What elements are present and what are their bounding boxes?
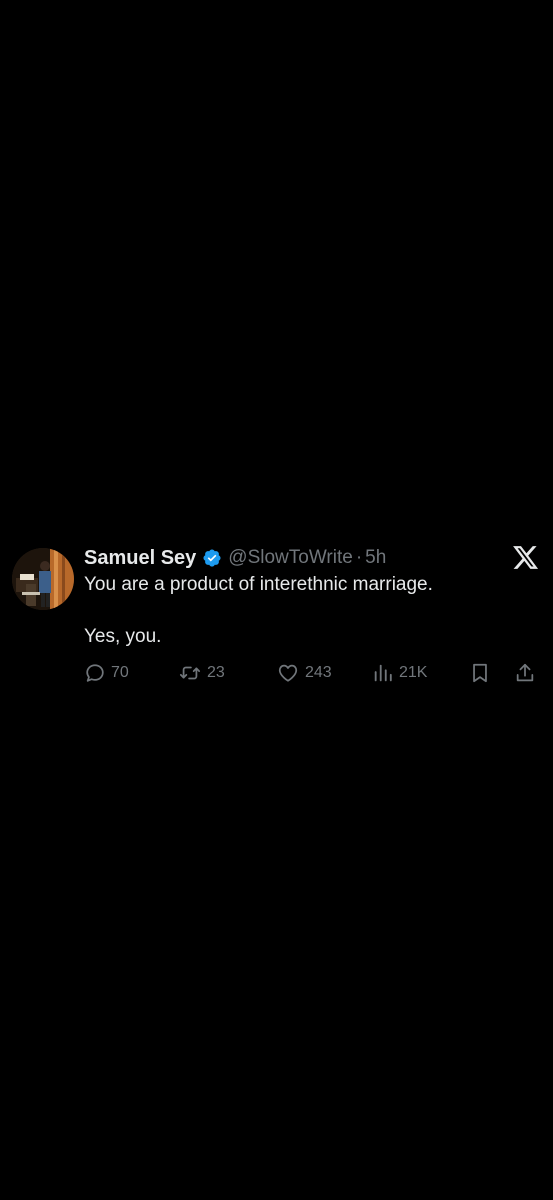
x-logo-icon — [513, 546, 539, 570]
like-count: 243 — [305, 664, 332, 681]
views-count: 21K — [399, 664, 428, 681]
tweet-text-line-2: Yes, you. — [84, 626, 162, 647]
tweet-card[interactable]: Samuel Sey @SlowToWrite · 5h You are a p… — [0, 540, 553, 700]
views-bar-chart-icon — [372, 662, 394, 684]
reply-button[interactable]: 70 — [84, 660, 129, 686]
retweet-icon — [178, 662, 202, 684]
author-name[interactable]: Samuel Sey — [84, 547, 196, 570]
bookmark-icon — [469, 662, 491, 684]
share-button[interactable] — [514, 660, 536, 686]
retweet-button[interactable]: 23 — [178, 660, 225, 686]
bookmark-button[interactable] — [469, 660, 491, 686]
tweet-timestamp[interactable]: 5h — [365, 547, 386, 569]
separator-dot: · — [355, 547, 363, 568]
like-button[interactable]: 243 — [276, 660, 332, 686]
retweet-count: 23 — [207, 664, 225, 681]
avatar[interactable] — [12, 548, 74, 610]
share-icon — [514, 662, 536, 684]
heart-icon — [276, 662, 300, 684]
reply-icon — [84, 662, 106, 684]
author-handle[interactable]: @SlowToWrite — [228, 547, 353, 569]
reply-count: 70 — [111, 664, 129, 681]
views-button[interactable]: 21K — [372, 660, 427, 686]
tweet-header: Samuel Sey @SlowToWrite · 5h — [84, 544, 386, 572]
verified-badge-icon — [202, 548, 222, 568]
tweet-actions: 70 23 243 21K — [84, 660, 544, 686]
tweet-text-line-1: You are a product of interethnic marriag… — [84, 574, 433, 595]
